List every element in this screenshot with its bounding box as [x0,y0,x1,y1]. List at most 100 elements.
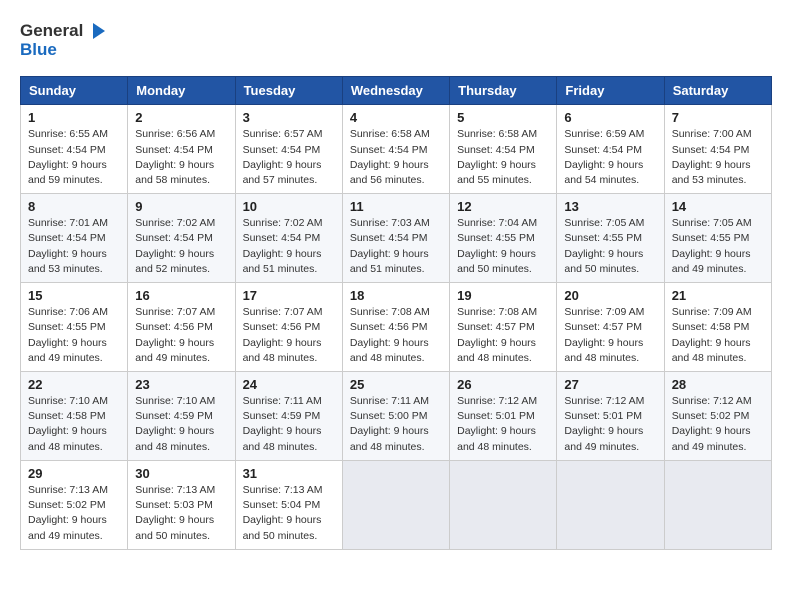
day-info: Sunrise: 7:11 AMSunset: 5:00 PMDaylight:… [350,394,442,455]
col-header-monday: Monday [128,77,235,105]
calendar-cell-4: 4 Sunrise: 6:58 AMSunset: 4:54 PMDaylight… [342,105,449,194]
day-info: Sunrise: 7:08 AMSunset: 4:56 PMDaylight:… [350,305,442,366]
day-number: 19 [457,288,549,303]
calendar-cell-31: 31Sunrise: 7:13 AMSunset: 5:04 PMDayligh… [235,460,342,549]
day-number: 28 [672,377,764,392]
day-info: Sunrise: 7:07 AMSunset: 4:56 PMDaylight:… [135,305,227,366]
logo-blue: Blue [20,40,57,60]
day-number: 14 [672,199,764,214]
calendar-cell-10: 10 Sunrise: 7:02 AMSunset: 4:54 PMDayligh… [235,194,342,283]
day-info: Sunrise: 7:13 AMSunset: 5:04 PMDaylight:… [243,483,335,544]
calendar-cell-29: 29 Sunrise: 7:13 AMSunset: 5:02 PMDayligh… [21,460,128,549]
calendar-cell-17: 17 Sunrise: 7:07 AMSunset: 4:56 PMDayligh… [235,283,342,372]
calendar-cell-25: 25 Sunrise: 7:11 AMSunset: 5:00 PMDayligh… [342,372,449,461]
day-info: Sunrise: 7:12 AMSunset: 5:01 PMDaylight:… [457,394,549,455]
day-number: 8 [28,199,120,214]
calendar-cell-16: 16Sunrise: 7:07 AMSunset: 4:56 PMDayligh… [128,283,235,372]
day-info: Sunrise: 6:56 AMSunset: 4:54 PMDaylight:… [135,127,227,188]
day-info: Sunrise: 7:05 AMSunset: 4:55 PMDaylight:… [564,216,656,277]
calendar-cell-30: 30 Sunrise: 7:13 AMSunset: 5:03 PMDayligh… [128,460,235,549]
calendar-cell-13: 13 Sunrise: 7:05 AMSunset: 4:55 PMDayligh… [557,194,664,283]
calendar-cell-empty [664,460,771,549]
day-number: 9 [135,199,227,214]
logo-arrow-icon [85,20,107,42]
day-info: Sunrise: 7:13 AMSunset: 5:02 PMDaylight:… [28,483,120,544]
col-header-thursday: Thursday [450,77,557,105]
day-info: Sunrise: 7:05 AMSunset: 4:55 PMDaylight:… [672,216,764,277]
day-info: Sunrise: 7:09 AMSunset: 4:57 PMDaylight:… [564,305,656,366]
calendar-cell-5: 5 Sunrise: 6:58 AMSunset: 4:54 PMDaylight… [450,105,557,194]
day-info: Sunrise: 6:57 AMSunset: 4:54 PMDaylight:… [243,127,335,188]
day-info: Sunrise: 7:08 AMSunset: 4:57 PMDaylight:… [457,305,549,366]
day-number: 4 [350,110,442,125]
day-number: 10 [243,199,335,214]
calendar-cell-20: 20 Sunrise: 7:09 AMSunset: 4:57 PMDayligh… [557,283,664,372]
calendar-cell-6: 6Sunrise: 6:59 AMSunset: 4:54 PMDaylight… [557,105,664,194]
day-number: 27 [564,377,656,392]
calendar-cell-19: 19 Sunrise: 7:08 AMSunset: 4:57 PMDayligh… [450,283,557,372]
calendar-cell-15: 15 Sunrise: 7:06 AMSunset: 4:55 PMDayligh… [21,283,128,372]
calendar-cell-14: 14 Sunrise: 7:05 AMSunset: 4:55 PMDayligh… [664,194,771,283]
day-info: Sunrise: 7:09 AMSunset: 4:58 PMDaylight:… [672,305,764,366]
calendar-row-3: 15 Sunrise: 7:06 AMSunset: 4:55 PMDayligh… [21,283,772,372]
day-number: 5 [457,110,549,125]
calendar-cell-7: 7 Sunrise: 7:00 AMSunset: 4:54 PMDaylight… [664,105,771,194]
day-number: 30 [135,466,227,481]
day-number: 2 [135,110,227,125]
calendar-cell-22: 22 Sunrise: 7:10 AMSunset: 4:58 PMDayligh… [21,372,128,461]
day-info: Sunrise: 6:58 AMSunset: 4:54 PMDaylight:… [457,127,549,188]
day-info: Sunrise: 6:59 AMSunset: 4:54 PMDaylight:… [564,127,656,188]
logo-container: General Blue [20,20,107,60]
day-info: Sunrise: 6:55 AMSunset: 4:54 PMDaylight:… [28,127,120,188]
day-info: Sunrise: 7:03 AMSunset: 4:54 PMDaylight:… [350,216,442,277]
day-number: 29 [28,466,120,481]
day-number: 20 [564,288,656,303]
calendar-table: SundayMondayTuesdayWednesdayThursdayFrid… [20,76,772,549]
calendar-cell-11: 11Sunrise: 7:03 AMSunset: 4:54 PMDayligh… [342,194,449,283]
day-number: 1 [28,110,120,125]
day-info: Sunrise: 7:11 AMSunset: 4:59 PMDaylight:… [243,394,335,455]
calendar-cell-12: 12Sunrise: 7:04 AMSunset: 4:55 PMDayligh… [450,194,557,283]
calendar-header: SundayMondayTuesdayWednesdayThursdayFrid… [21,77,772,105]
day-info: Sunrise: 7:02 AMSunset: 4:54 PMDaylight:… [243,216,335,277]
day-info: Sunrise: 7:13 AMSunset: 5:03 PMDaylight:… [135,483,227,544]
calendar-cell-27: 27 Sunrise: 7:12 AMSunset: 5:01 PMDayligh… [557,372,664,461]
day-info: Sunrise: 7:07 AMSunset: 4:56 PMDaylight:… [243,305,335,366]
page-header: General Blue [20,20,772,60]
day-number: 23 [135,377,227,392]
day-info: Sunrise: 7:12 AMSunset: 5:01 PMDaylight:… [564,394,656,455]
day-number: 7 [672,110,764,125]
day-number: 3 [243,110,335,125]
calendar-cell-24: 24Sunrise: 7:11 AMSunset: 4:59 PMDayligh… [235,372,342,461]
day-number: 17 [243,288,335,303]
calendar-cell-26: 26Sunrise: 7:12 AMSunset: 5:01 PMDayligh… [450,372,557,461]
day-number: 15 [28,288,120,303]
col-header-friday: Friday [557,77,664,105]
calendar-cell-3: 3 Sunrise: 6:57 AMSunset: 4:54 PMDaylight… [235,105,342,194]
calendar-row-4: 22 Sunrise: 7:10 AMSunset: 4:58 PMDayligh… [21,372,772,461]
calendar-row-5: 29 Sunrise: 7:13 AMSunset: 5:02 PMDayligh… [21,460,772,549]
day-info: Sunrise: 7:10 AMSunset: 4:58 PMDaylight:… [28,394,120,455]
logo-general: General [20,21,83,41]
calendar-row-1: 1 Sunrise: 6:55 AMSunset: 4:54 PMDaylight… [21,105,772,194]
calendar-cell-empty [557,460,664,549]
day-info: Sunrise: 7:06 AMSunset: 4:55 PMDaylight:… [28,305,120,366]
col-header-tuesday: Tuesday [235,77,342,105]
day-info: Sunrise: 7:02 AMSunset: 4:54 PMDaylight:… [135,216,227,277]
day-info: Sunrise: 7:04 AMSunset: 4:55 PMDaylight:… [457,216,549,277]
day-info: Sunrise: 6:58 AMSunset: 4:54 PMDaylight:… [350,127,442,188]
calendar-cell-empty [342,460,449,549]
calendar-cell-28: 28Sunrise: 7:12 AMSunset: 5:02 PMDayligh… [664,372,771,461]
day-info: Sunrise: 7:00 AMSunset: 4:54 PMDaylight:… [672,127,764,188]
calendar-cell-8: 8 Sunrise: 7:01 AMSunset: 4:54 PMDaylight… [21,194,128,283]
calendar-row-2: 8 Sunrise: 7:01 AMSunset: 4:54 PMDaylight… [21,194,772,283]
calendar-cell-2: 2 Sunrise: 6:56 AMSunset: 4:54 PMDaylight… [128,105,235,194]
day-info: Sunrise: 7:01 AMSunset: 4:54 PMDaylight:… [28,216,120,277]
day-number: 21 [672,288,764,303]
day-number: 13 [564,199,656,214]
col-header-saturday: Saturday [664,77,771,105]
day-number: 22 [28,377,120,392]
day-number: 25 [350,377,442,392]
col-header-wednesday: Wednesday [342,77,449,105]
calendar-cell-23: 23Sunrise: 7:10 AMSunset: 4:59 PMDayligh… [128,372,235,461]
